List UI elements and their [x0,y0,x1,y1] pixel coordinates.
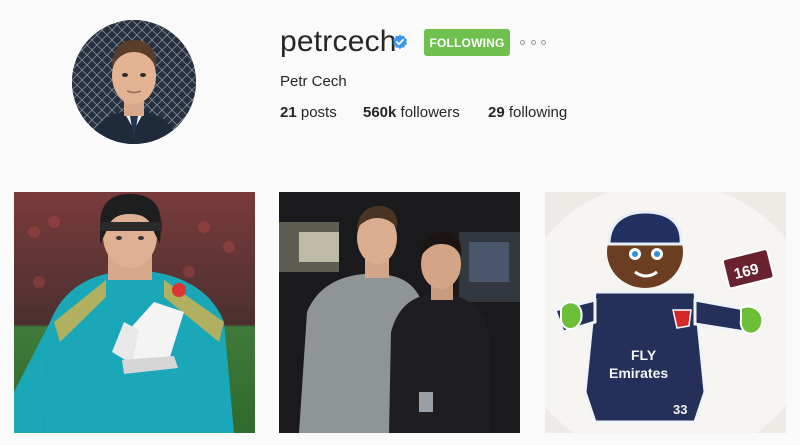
ellipsis-dot [520,39,525,45]
ellipsis-dot [530,39,536,45]
post-thumbnail[interactable] [14,192,255,433]
icing-text-fly: FLY [631,347,657,363]
username: petrcech [280,25,397,58]
following-label: following [508,104,568,121]
posts-count: 21 [280,104,297,121]
following-count: 29 [488,104,505,121]
full-name: Petr Cech [280,73,347,90]
posts-label: posts [300,104,337,121]
stat-posts: 21 posts [280,104,337,121]
profile-avatar[interactable] [72,20,196,144]
icing-text-emirates: Emirates [609,365,668,381]
icing-number: 33 [673,402,687,417]
followers-label: followers [400,104,460,121]
ellipsis-icon[interactable] [520,33,546,51]
post-thumbnail[interactable]: FLY Emirates 33 169 [545,192,786,433]
ellipsis-dot [541,39,546,45]
followers-count: 560k [363,104,397,121]
verified-badge-icon [393,34,407,50]
stat-followers[interactable]: 560k followers [363,104,460,121]
stat-following[interactable]: 29 following [488,104,567,121]
post-thumbnail[interactable] [279,192,520,433]
following-button[interactable]: FOLLOWING [424,29,510,56]
